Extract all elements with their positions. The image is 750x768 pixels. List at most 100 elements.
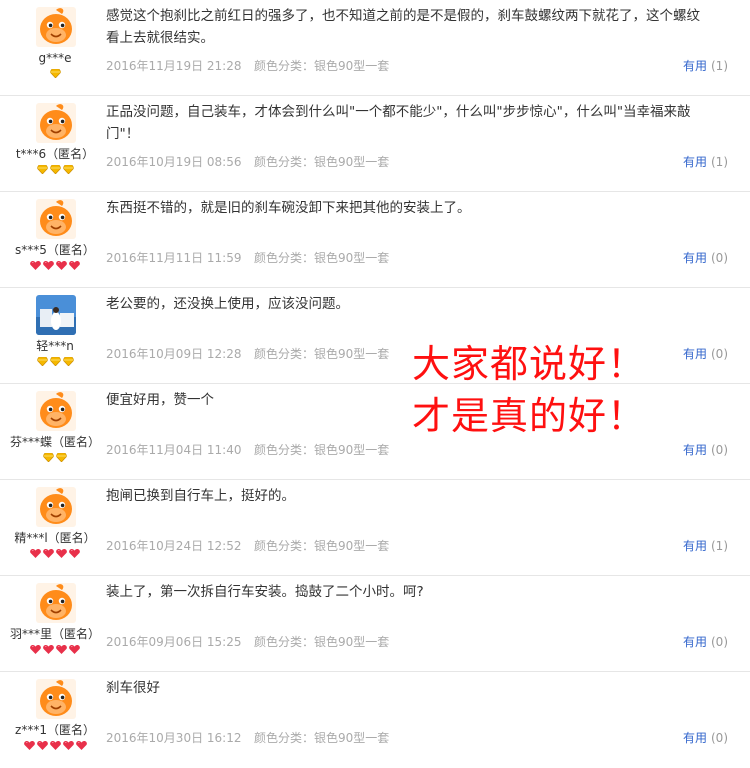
- slogan-line-2: 才是真的好！: [412, 394, 647, 438]
- helpful-vote: 有用 (1): [683, 155, 728, 169]
- helpful-vote: 有用 (0): [683, 251, 728, 265]
- reviewer-name: g***e: [38, 51, 72, 65]
- review-date: 2016年11月11日 11:59: [106, 251, 242, 265]
- avatar[interactable]: [36, 487, 76, 527]
- helpful-vote: 有用 (0): [683, 443, 728, 457]
- reviewer-info: 轻***n: [0, 288, 110, 384]
- orange-mascot-icon: [36, 7, 76, 47]
- red-heart-icon: [49, 741, 61, 750]
- red-heart-icon: [56, 549, 67, 558]
- red-heart-icon: [43, 261, 54, 270]
- color-category-value: 银色90型一套: [314, 443, 390, 457]
- helpful-button[interactable]: 有用: [683, 731, 707, 745]
- gold-diamond-icon: [62, 165, 74, 174]
- helpful-button[interactable]: 有用: [683, 251, 707, 265]
- helpful-button[interactable]: 有用: [683, 59, 707, 73]
- red-heart-icon: [30, 645, 41, 654]
- review-date: 2016年11月04日 11:40: [106, 443, 242, 457]
- reviewer-info: z***1（匿名）: [0, 672, 110, 768]
- avatar[interactable]: [36, 583, 76, 623]
- review-item: z***1（匿名） 刹车很好 2016年10月30日 16:12 颜色分类：银色9…: [0, 672, 750, 768]
- slogan-line-1: 大家都说好！: [412, 342, 647, 386]
- red-heart-icon: [23, 741, 35, 750]
- gold-diamond-icon: [49, 165, 61, 174]
- avatar[interactable]: [36, 103, 76, 143]
- helpful-count: (0): [711, 443, 728, 457]
- gold-diamond-icon: [49, 357, 61, 366]
- reviewer-level-badges: [0, 453, 110, 463]
- helpful-vote: 有用 (1): [683, 539, 728, 553]
- review-date: 2016年09月06日 15:25: [106, 635, 242, 649]
- helpful-button[interactable]: 有用: [683, 155, 707, 169]
- red-heart-icon: [62, 741, 74, 750]
- orange-mascot-icon: [36, 199, 76, 239]
- review-item: t***6（匿名） 正品没问题，自己装车，才体会到什么叫"一个都不能少"，什么叫…: [0, 96, 750, 192]
- avatar[interactable]: [36, 199, 76, 239]
- reviewer-name: z***1（匿名）: [15, 723, 95, 737]
- helpful-button[interactable]: 有用: [683, 443, 707, 457]
- orange-mascot-icon: [36, 583, 76, 623]
- helpful-count: (1): [711, 155, 728, 169]
- review-meta: 2016年10月30日 16:12 颜色分类：银色90型一套: [106, 731, 389, 745]
- color-category-label: 颜色分类：: [254, 59, 315, 73]
- helpful-count: (1): [711, 59, 728, 73]
- gold-diamond-icon: [36, 165, 48, 174]
- color-category-value: 银色90型一套: [314, 635, 390, 649]
- gold-diamond-icon: [36, 357, 48, 366]
- red-heart-icon: [43, 549, 54, 558]
- reviewer-name: 羽***里（匿名）: [9, 627, 100, 641]
- review-text: 东西挺不错的，就是旧的刹车碗没卸下来把其他的安装上了。: [106, 200, 471, 216]
- red-heart-icon: [75, 741, 87, 750]
- reviewer-name: 轻***n: [36, 339, 74, 353]
- reviewer-level-badges: [0, 261, 110, 271]
- avatar[interactable]: [36, 7, 76, 47]
- reviewer-name: s***5（匿名）: [15, 243, 95, 257]
- red-heart-icon: [30, 261, 41, 270]
- reviewer-info: 精***l（匿名）: [0, 480, 110, 576]
- review-date: 2016年10月19日 08:56: [106, 155, 242, 169]
- red-heart-icon: [69, 261, 80, 270]
- color-category-label: 颜色分类：: [254, 347, 315, 361]
- gold-diamond-icon: [49, 69, 61, 78]
- reviewer-level-badges: [0, 69, 110, 79]
- review-date: 2016年10月30日 16:12: [106, 731, 242, 745]
- review-meta: 2016年09月06日 15:25 颜色分类：银色90型一套: [106, 635, 389, 649]
- color-category-label: 颜色分类：: [254, 635, 315, 649]
- review-date: 2016年11月19日 21:28: [106, 59, 242, 73]
- helpful-button[interactable]: 有用: [683, 635, 707, 649]
- color-category-value: 银色90型一套: [314, 731, 390, 745]
- color-category-value: 银色90型一套: [314, 59, 390, 73]
- orange-mascot-icon: [36, 679, 76, 719]
- color-category-value: 银色90型一套: [314, 155, 390, 169]
- review-text: 感觉这个抱刹比之前红日的强多了，也不知道之前的是不是假的，刹车鼓螺纹两下就花了，…: [106, 8, 700, 46]
- reviewer-name: 精***l（匿名）: [14, 531, 96, 545]
- red-heart-icon: [30, 549, 41, 558]
- helpful-button[interactable]: 有用: [683, 539, 707, 553]
- photo-avatar-icon: [36, 295, 76, 335]
- helpful-count: (0): [711, 635, 728, 649]
- review-meta: 2016年11月19日 21:28 颜色分类：银色90型一套: [106, 59, 389, 73]
- red-heart-icon: [56, 645, 67, 654]
- red-heart-icon: [43, 645, 54, 654]
- helpful-vote: 有用 (1): [683, 59, 728, 73]
- reviewer-info: 羽***里（匿名）: [0, 576, 110, 672]
- reviewer-name: t***6（匿名）: [15, 147, 95, 161]
- avatar[interactable]: [36, 295, 76, 335]
- review-item: 羽***里（匿名） 装上了，第一次拆自行车安装。捣鼓了二个小时。呵? 2016年…: [0, 576, 750, 672]
- gold-diamond-icon: [56, 453, 67, 462]
- avatar[interactable]: [36, 391, 76, 431]
- color-category-value: 银色90型一套: [314, 347, 390, 361]
- orange-mascot-icon: [36, 103, 76, 143]
- reviewer-info: g***e: [0, 0, 110, 96]
- helpful-vote: 有用 (0): [683, 731, 728, 745]
- review-text: 正品没问题，自己装车，才体会到什么叫"一个都不能少"，什么叫"步步惊心"，什么叫…: [106, 104, 691, 142]
- review-meta: 2016年11月11日 11:59 颜色分类：银色90型一套: [106, 251, 389, 265]
- review-meta: 2016年10月19日 08:56 颜色分类：银色90型一套: [106, 155, 389, 169]
- gold-diamond-icon: [43, 453, 54, 462]
- color-category-label: 颜色分类：: [254, 251, 315, 265]
- avatar[interactable]: [36, 679, 76, 719]
- review-text: 刹车很好: [106, 680, 160, 696]
- overlay-slogan: 大家都说好！ 才是真的好！: [412, 338, 742, 442]
- reviewer-level-badges: [0, 741, 110, 751]
- reviewer-level-badges: [0, 549, 110, 559]
